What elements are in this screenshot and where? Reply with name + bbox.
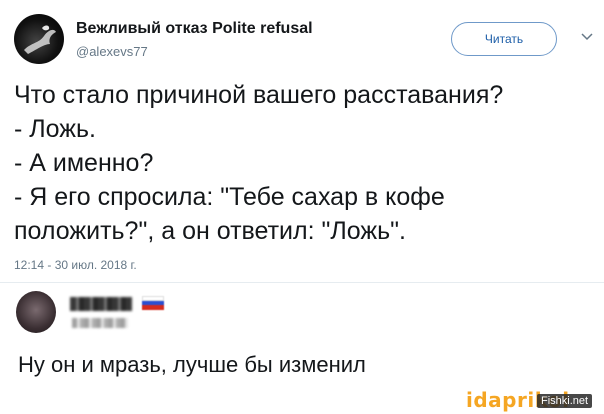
avatar-figure-icon	[24, 25, 56, 54]
watermark-source: Fishki.net	[537, 394, 593, 408]
tweet-line: Что стало причиной вашего расставания?	[14, 81, 504, 109]
reply-avatar[interactable]	[16, 291, 56, 333]
tweet-header: Вежливый отказ Polite refusal @alexevs77…	[14, 14, 594, 70]
reply-username-redacted	[70, 297, 132, 311]
flag-icon	[142, 296, 164, 310]
tweet-line: - Я его спросила: "Тебе сахар в кофе	[14, 183, 445, 211]
tweet-text: Что стало причиной вашего расставания? -…	[14, 78, 594, 248]
follow-button[interactable]: Читать	[451, 22, 557, 56]
chevron-down-icon[interactable]	[581, 32, 593, 42]
account-handle[interactable]: @alexevs77	[76, 44, 148, 59]
account-name[interactable]: Вежливый отказ Polite refusal	[76, 20, 313, 38]
tweet-line: положить?", а он ответил: "Ложь".	[14, 217, 406, 245]
reply-handle-redacted	[72, 318, 128, 328]
tweet-timestamp[interactable]: 12:14 - 30 июл. 2018 г.	[14, 258, 137, 272]
reply-text: Ну он и мразь, лучше бы изменил	[18, 352, 366, 377]
divider	[0, 282, 604, 283]
flag-stripe-red	[142, 305, 164, 310]
tweet-line: - Ложь.	[14, 115, 96, 143]
tweet-line: - А именно?	[14, 149, 154, 177]
account-avatar[interactable]	[14, 14, 64, 64]
